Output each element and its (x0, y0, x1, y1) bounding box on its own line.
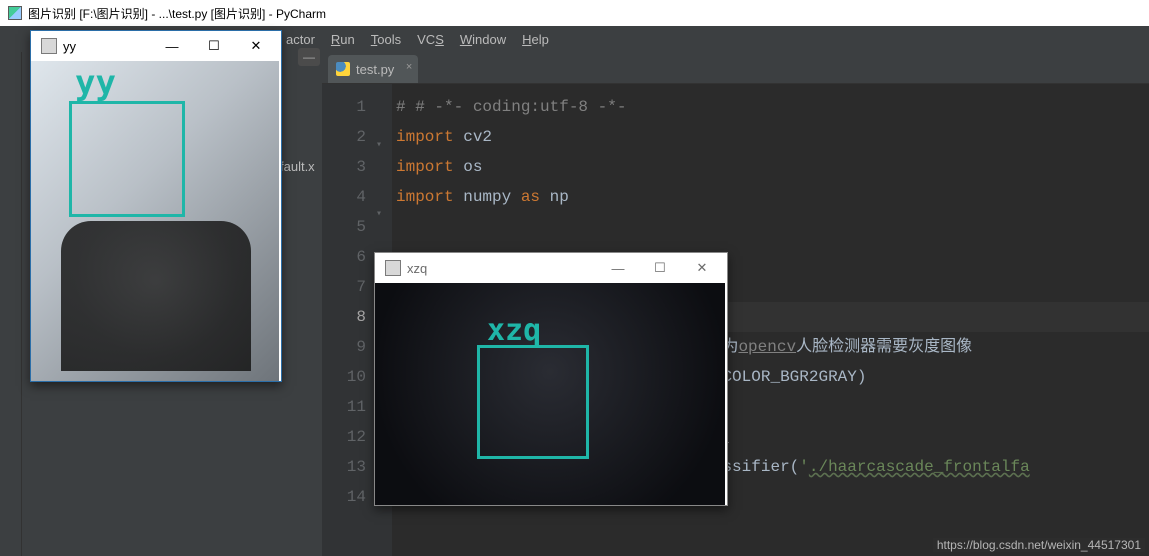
opencv-titlebar[interactable]: yy — ☐ ✕ (31, 31, 281, 61)
menu-tools[interactable]: Tools (365, 30, 407, 49)
menu-prev-suffix[interactable]: actor (280, 30, 321, 49)
minimize-button[interactable]: — (151, 32, 193, 60)
opencv-window-title: yy (63, 39, 76, 54)
face-label: xzq (487, 313, 541, 348)
os-window-titlebar: 图片识别 [F:\图片识别] - ...\test.py [图片识别] - Py… (0, 0, 1149, 26)
csdn-watermark: https://blog.csdn.net/weixin_44517301 (933, 538, 1145, 552)
editor-tabbar: test.py × (322, 52, 1149, 84)
app-icon (8, 6, 22, 20)
minimize-button[interactable]: — (597, 254, 639, 282)
menu-help[interactable]: Help (516, 30, 555, 49)
opencv-window-title: xzq (407, 261, 427, 276)
python-file-icon (336, 62, 350, 76)
tab-label: test.py (356, 62, 394, 77)
tab-test-py[interactable]: test.py × (328, 55, 418, 83)
left-gutter (0, 52, 22, 556)
opencv-titlebar[interactable]: xzq — ☐ ✕ (375, 253, 727, 283)
face-rect (69, 101, 185, 217)
close-button[interactable]: ✕ (235, 32, 277, 60)
tab-close-icon[interactable]: × (406, 61, 412, 73)
opencv-image-canvas: xzq (375, 283, 725, 505)
opencv-window-xzq[interactable]: xzq — ☐ ✕ xzq (374, 252, 728, 506)
close-button[interactable]: ✕ (681, 254, 723, 282)
opencv-window-yy[interactable]: yy — ☐ ✕ yy (30, 30, 282, 382)
app-title: 图片识别 [F:\图片识别] - ...\test.py [图片识别] - Py… (28, 5, 326, 22)
menu-window[interactable]: Window (454, 30, 512, 49)
maximize-button[interactable]: ☐ (193, 32, 235, 60)
menu-run[interactable]: Run (325, 30, 361, 49)
opencv-app-icon (385, 260, 401, 276)
opencv-image-canvas: yy (31, 61, 279, 381)
menu-vcs[interactable]: VCS (411, 30, 450, 49)
maximize-button[interactable]: ☐ (639, 254, 681, 282)
line-gutter: 1234567891011121314 (322, 84, 376, 556)
opencv-app-icon (41, 38, 57, 54)
face-rect (477, 345, 589, 459)
face-label: yy (75, 63, 116, 103)
